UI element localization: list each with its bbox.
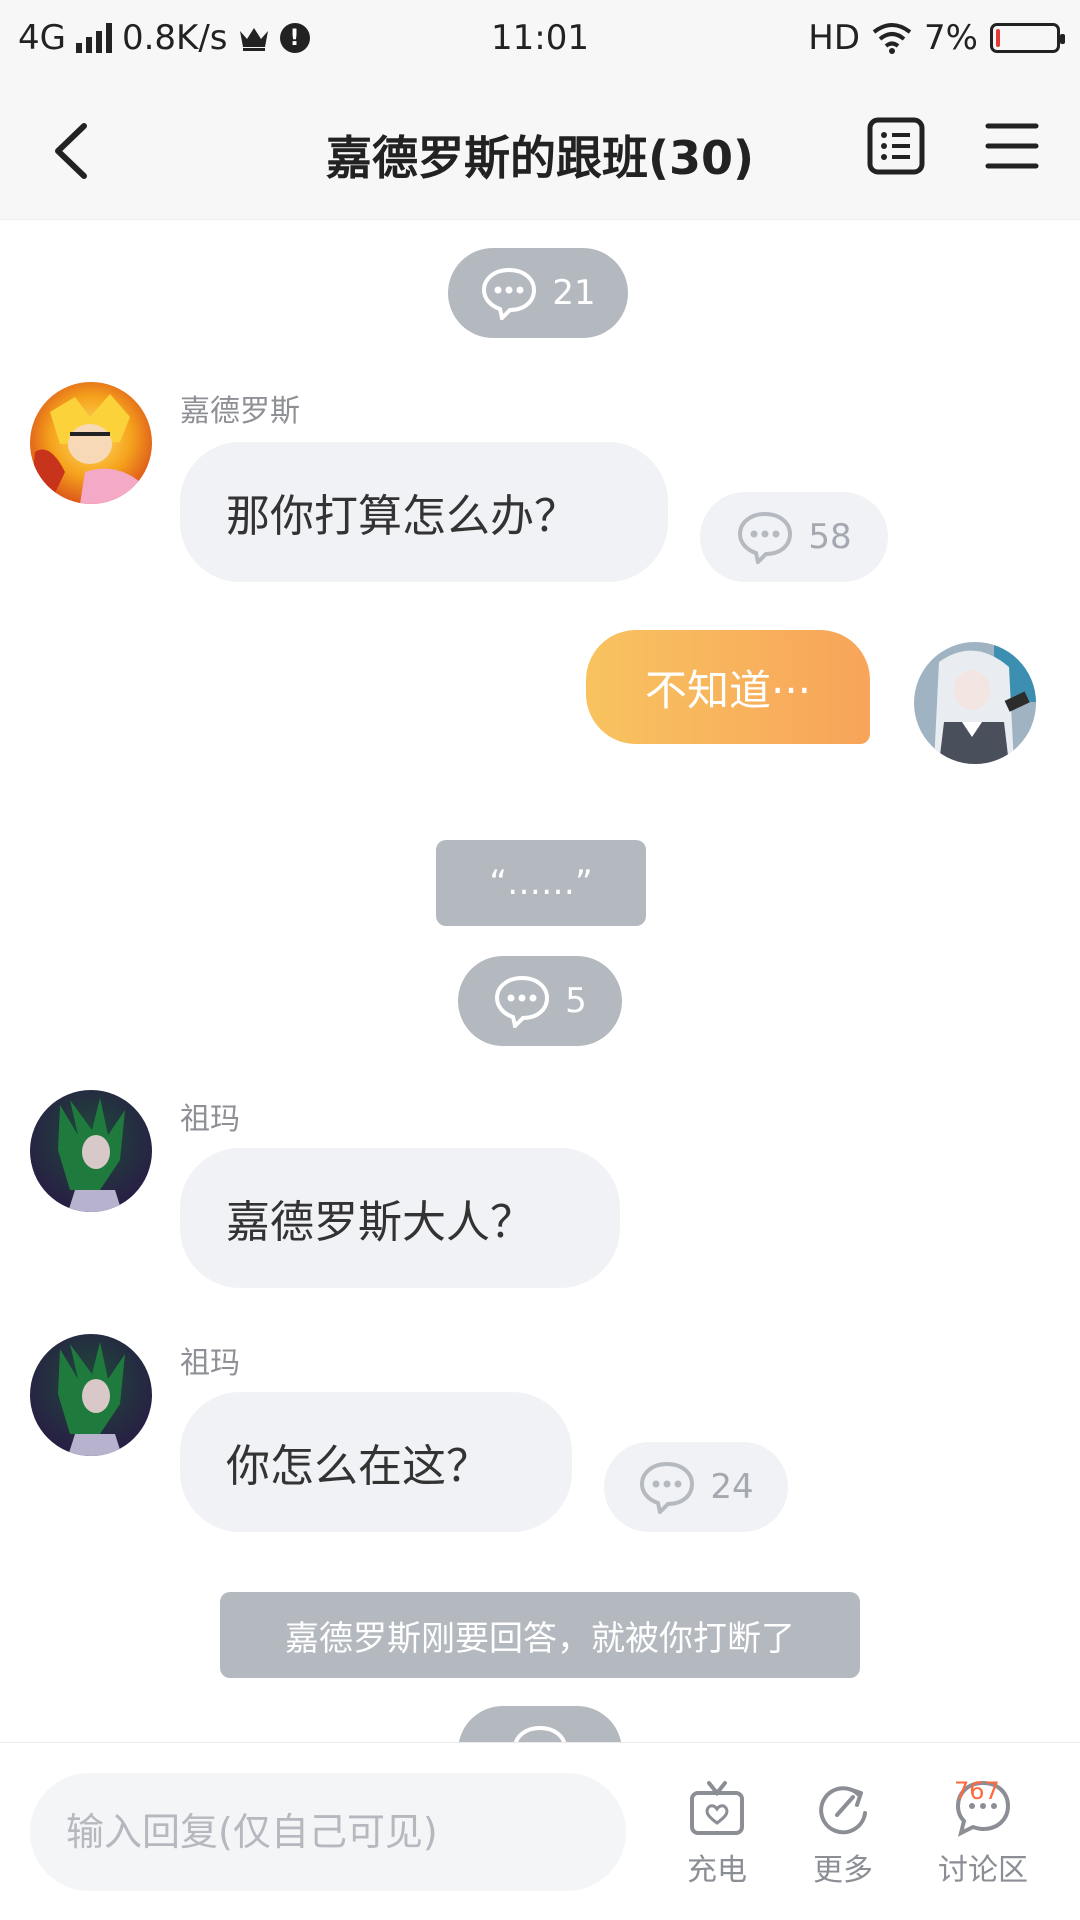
battery-percent: 7% [924,18,978,58]
more-label: 更多 [813,1853,873,1888]
comment-count: 21 [552,273,596,313]
sender-name: 嘉德罗斯 [180,394,300,429]
comment-count: 5 [565,981,587,1021]
comment-count: 24 [710,1467,754,1507]
discussion-badge: 767 [954,1777,1000,1805]
narration-box[interactable]: “……” [436,840,646,926]
avatar-image-orange [30,382,152,504]
comment-count: 58 [808,517,852,557]
battery-fill [996,29,1000,47]
comment-button[interactable]: 21 [448,248,628,338]
message-bubble[interactable]: 那你打算怎么办？ [180,442,668,582]
menu-icon[interactable] [982,116,1042,176]
status-right: HD 7% [808,18,1065,58]
avatar[interactable] [30,1334,152,1456]
my-avatar[interactable] [914,642,1036,764]
comment-button[interactable]: 24 [604,1442,788,1532]
avatar-image-silver [914,642,1036,764]
avatar[interactable] [30,382,152,504]
my-message-bubble[interactable]: 不知道··· [586,630,870,744]
comment-bubble-icon [495,975,550,1028]
chat-screen: 4G 0.8K/s ! 11:01 HD 7% 嘉德罗斯的跟班(30) 21 嘉… [0,0,1080,1920]
catalog-icon[interactable] [866,116,926,176]
discussion-label: 讨论区 [938,1853,1028,1888]
comment-bubble-icon [738,511,793,564]
message-bubble[interactable]: 你怎么在这？ [180,1392,572,1532]
bottom-bar: 充电 更多 讨论区 767 [0,1742,1080,1920]
charge-button[interactable]: 充电 [662,1779,772,1889]
charge-gift-icon [690,1781,744,1835]
message-bubble[interactable]: 嘉德罗斯大人？ [180,1148,620,1288]
sender-name: 祖玛 [180,1102,240,1137]
more-button[interactable]: 更多 [788,1779,898,1889]
avatar-image-green [30,1090,152,1212]
status-bar: 4G 0.8K/s ! 11:01 HD 7% [0,0,1080,80]
share-arrow-icon [819,1786,867,1835]
comment-bubble-icon [640,1461,695,1514]
avatar[interactable] [30,1090,152,1212]
reply-input[interactable] [30,1773,626,1891]
avatar-image-green [30,1334,152,1456]
wifi-icon [872,23,912,54]
header-bar: 嘉德罗斯的跟班(30) [0,80,1080,220]
sender-name: 祖玛 [180,1346,240,1381]
comment-button[interactable]: 5 [458,956,622,1046]
narration-box[interactable]: 嘉德罗斯刚要回答，就被你打断了 [220,1592,860,1678]
comment-bubble-icon [482,267,537,320]
charge-label: 充电 [687,1853,747,1888]
battery-icon [990,23,1065,53]
comment-button[interactable]: 58 [700,492,888,582]
hd-label: HD [808,18,861,58]
